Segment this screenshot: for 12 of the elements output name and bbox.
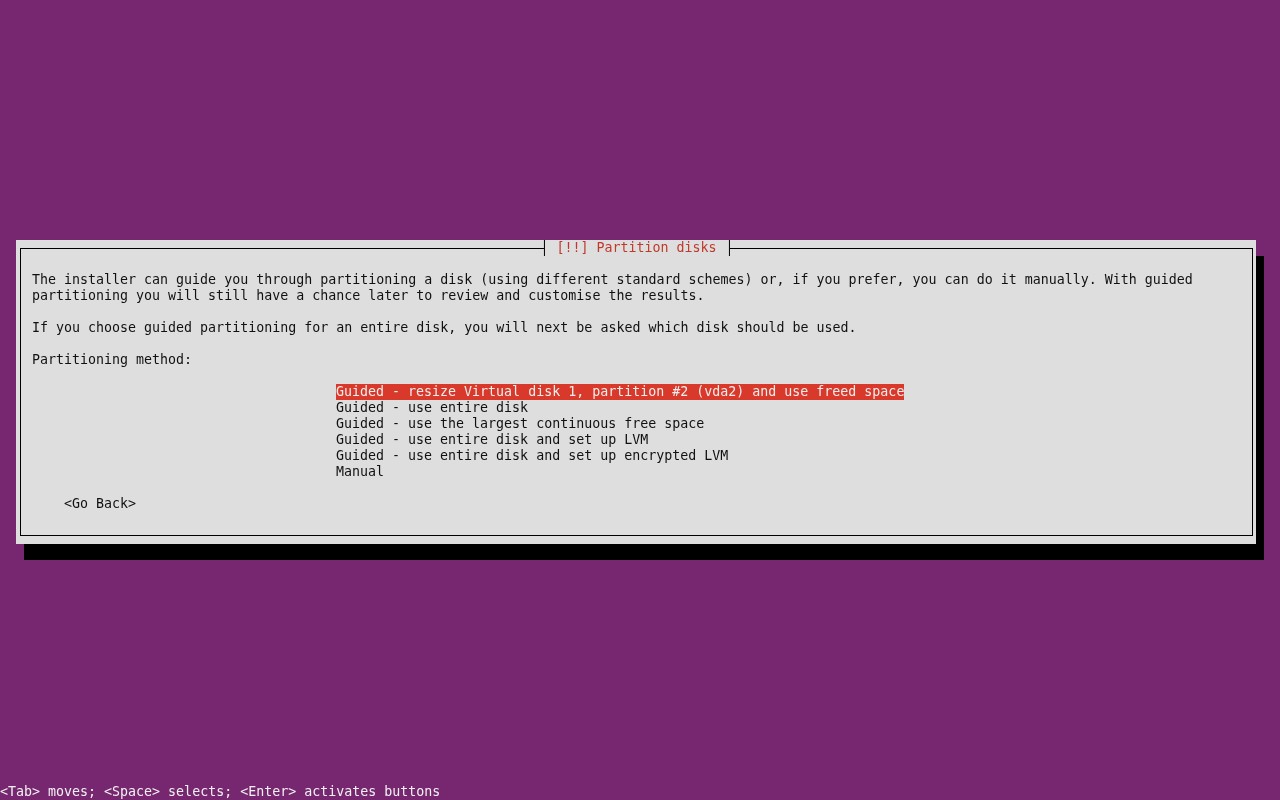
go-back-button[interactable]: <Go Back> <box>64 496 137 512</box>
status-bar-hint: <Tab> moves; <Space> selects; <Enter> activates buttons <box>0 784 442 800</box>
menu-option[interactable]: Guided - use the largest continuous free space <box>336 416 705 432</box>
menu-option[interactable]: Guided - use entire disk <box>336 400 529 416</box>
instruction-text: The installer can guide you through partitioning a disk (using different standard schemes) or, if you prefer, you can do it manually. With guided partitioning you will still have a chance later to review and customise the results. <box>32 272 1194 304</box>
menu-option[interactable]: Guided - use entire disk and set up encrypted LVM <box>336 448 729 464</box>
instruction-text: If you choose guided partitioning for an entire disk, you will next be asked which disk should be used. <box>32 320 858 336</box>
menu-option[interactable]: Guided - resize Virtual disk 1, partition #2 (vda2) and use freed space <box>336 384 905 400</box>
menu-option[interactable]: Manual <box>336 464 385 480</box>
menu-option[interactable]: Guided - use entire disk and set up LVM <box>336 432 649 448</box>
prompt-label: Partitioning method: <box>32 352 194 368</box>
dialog-title: [!!] Partition disks <box>543 240 730 256</box>
